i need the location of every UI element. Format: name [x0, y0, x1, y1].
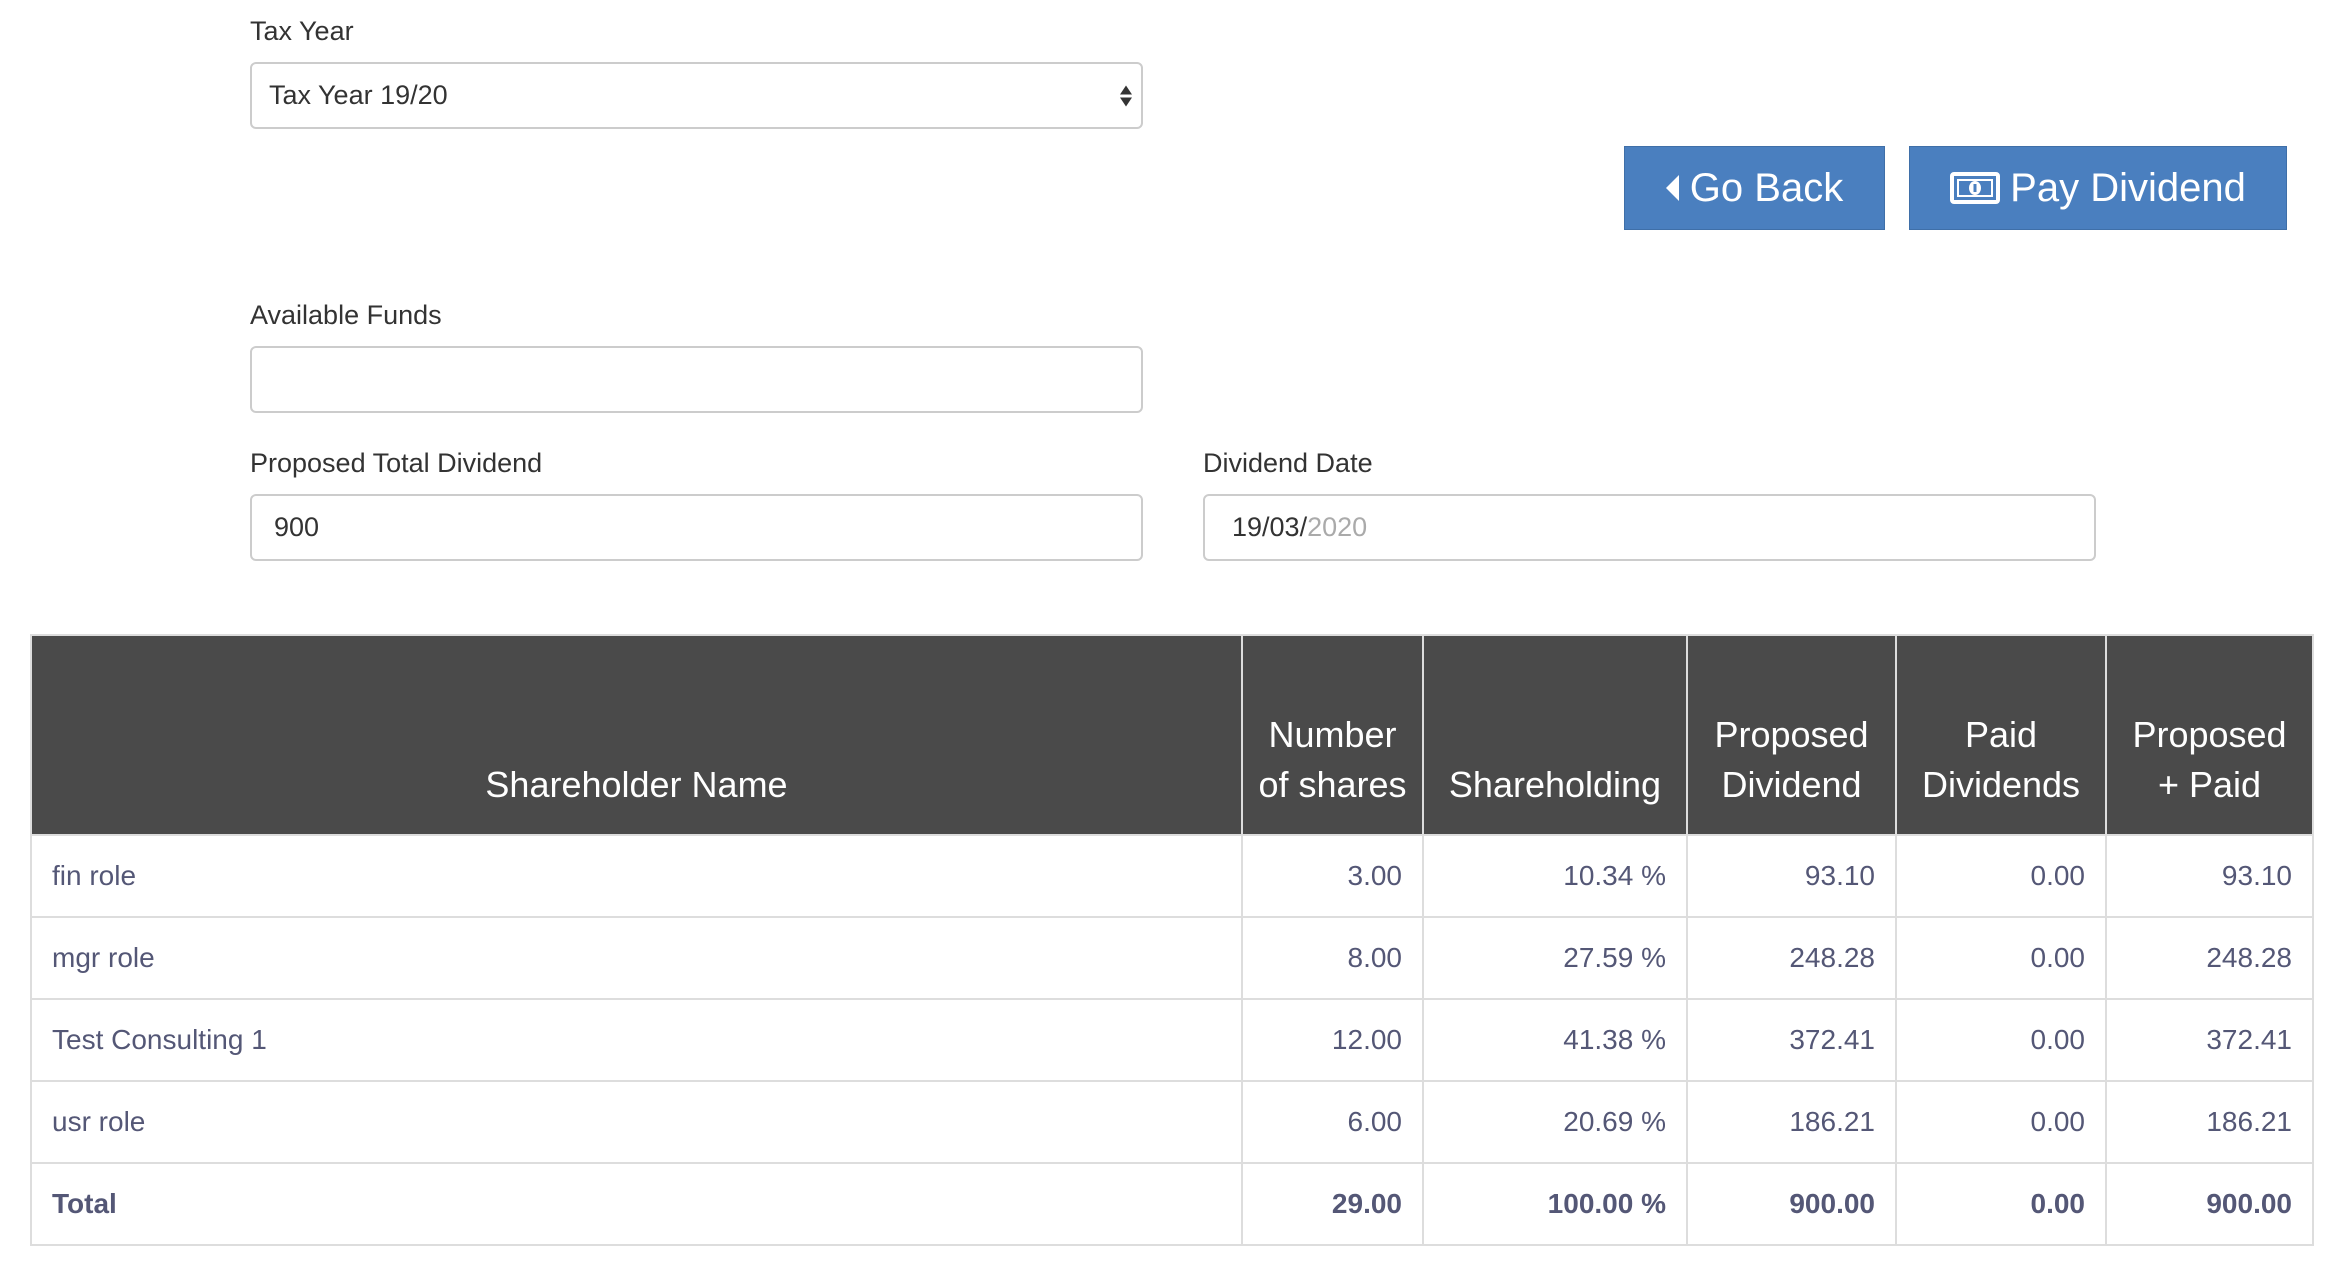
table-row: fin role 3.00 10.34 % 93.10 0.00 93.10: [30, 834, 2314, 918]
table-row: Test Consulting 1 12.00 41.38 % 372.41 0…: [30, 998, 2314, 1082]
shares-cell: 12.00: [1241, 998, 1424, 1082]
column-header-paid-dividends: Paid Dividends: [1895, 634, 2107, 836]
column-header-proposed-dividend: Proposed Dividend: [1686, 634, 1897, 836]
select-arrows-icon: [1120, 85, 1132, 106]
shareholder-name-cell: usr role: [30, 1080, 1243, 1164]
dividend-date-label: Dividend Date: [1203, 448, 1373, 478]
total-shares-cell: 29.00: [1241, 1162, 1424, 1246]
total-shareholding-cell: 100.00 %: [1422, 1162, 1688, 1246]
tax-year-select[interactable]: Tax Year 19/20: [250, 62, 1143, 129]
caret-left-icon: [1665, 175, 1680, 201]
dividend-date-input[interactable]: 19/03/2020: [1203, 494, 2096, 561]
shares-cell: 6.00: [1241, 1080, 1424, 1164]
total-proposed-dividend-cell: 900.00: [1686, 1162, 1897, 1246]
pay-dividend-button[interactable]: Pay Dividend: [1909, 146, 2287, 230]
shareholder-table: Shareholder Name Number of shares Shareh…: [30, 634, 2314, 1246]
dividend-date-value: 19/03/: [1232, 512, 1308, 542]
proposed-plus-paid-cell: 93.10: [2105, 834, 2314, 918]
go-back-button[interactable]: Go Back: [1624, 146, 1885, 230]
total-paid-dividends-cell: 0.00: [1895, 1162, 2107, 1246]
table-row: usr role 6.00 20.69 % 186.21 0.00 186.21: [30, 1080, 2314, 1164]
proposed-plus-paid-cell: 372.41: [2105, 998, 2314, 1082]
shareholding-cell: 41.38 %: [1422, 998, 1688, 1082]
column-header-proposed-plus-paid: Proposed + Paid: [2105, 634, 2314, 836]
paid-dividends-cell: 0.00: [1895, 998, 2107, 1082]
proposed-dividend-cell: 93.10: [1686, 834, 1897, 918]
shareholding-cell: 20.69 %: [1422, 1080, 1688, 1164]
proposed-dividend-cell: 186.21: [1686, 1080, 1897, 1164]
proposed-total-label: Proposed Total Dividend: [250, 448, 543, 478]
tax-year-select-value: Tax Year 19/20: [269, 80, 448, 110]
table-row: mgr role 8.00 27.59 % 248.28 0.00 248.28: [30, 916, 2314, 1000]
table-header-row: Shareholder Name Number of shares Shareh…: [30, 634, 2314, 836]
shareholder-name-cell: mgr role: [30, 916, 1243, 1000]
shareholding-cell: 27.59 %: [1422, 916, 1688, 1000]
paid-dividends-cell: 0.00: [1895, 834, 2107, 918]
shares-cell: 3.00: [1241, 834, 1424, 918]
proposed-plus-paid-cell: 186.21: [2105, 1080, 2314, 1164]
paid-dividends-cell: 0.00: [1895, 1080, 2107, 1164]
proposed-dividend-cell: 372.41: [1686, 998, 1897, 1082]
dividend-date-hint: 2020: [1307, 512, 1368, 542]
shareholder-name-cell: Test Consulting 1: [30, 998, 1243, 1082]
proposed-plus-paid-cell: 248.28: [2105, 916, 2314, 1000]
column-header-shareholding: Shareholding: [1422, 634, 1688, 836]
shares-cell: 8.00: [1241, 916, 1424, 1000]
go-back-label: Go Back: [1689, 165, 1844, 210]
proposed-dividend-cell: 248.28: [1686, 916, 1897, 1000]
total-row: Total 29.00 100.00 % 900.00 0.00 900.00: [30, 1162, 2314, 1246]
shareholder-name-cell: fin role: [30, 834, 1243, 918]
paid-dividends-cell: 0.00: [1895, 916, 2107, 1000]
shareholding-cell: 10.34 %: [1422, 834, 1688, 918]
proposed-total-input[interactable]: 900: [250, 494, 1143, 561]
available-funds-input[interactable]: [250, 346, 1143, 413]
available-funds-label: Available Funds: [250, 300, 442, 330]
pay-dividend-label: Pay Dividend: [2010, 165, 2246, 210]
tax-year-label: Tax Year: [250, 16, 354, 46]
money-icon: [1950, 172, 2001, 204]
proposed-total-value: 900: [274, 512, 320, 542]
total-proposed-plus-paid-cell: 900.00: [2105, 1162, 2314, 1246]
total-label-cell: Total: [30, 1162, 1243, 1246]
column-header-shareholder-name: Shareholder Name: [30, 634, 1243, 836]
column-header-number-of-shares: Number of shares: [1241, 634, 1424, 836]
